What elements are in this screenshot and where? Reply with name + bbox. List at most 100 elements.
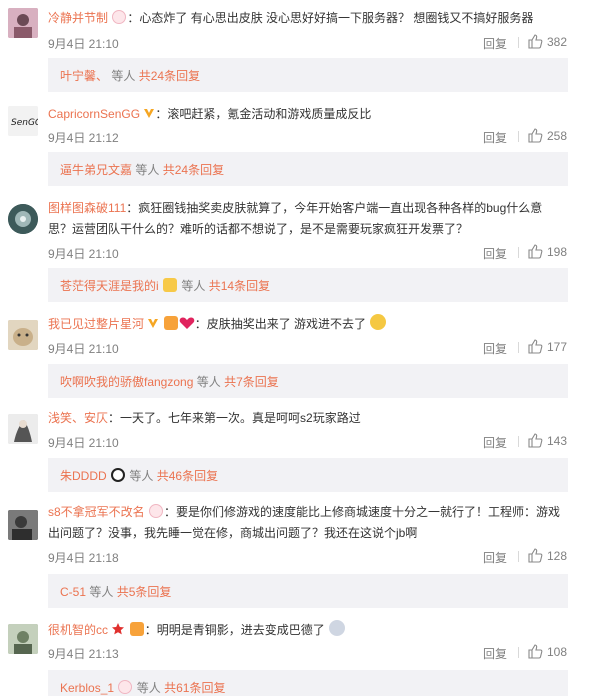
sub-replies[interactable]: 苍茫得天涯是我的i 等人 共14条回复 — [48, 268, 568, 302]
comment-text: 浅笑、安仄：一天了。七年来第一次。真是呵呵s2玩家路过 — [48, 408, 568, 429]
avatar[interactable]: SenGG — [8, 106, 38, 136]
view-replies-link[interactable]: 共46条回复 — [157, 469, 218, 483]
like-count: 143 — [547, 434, 568, 448]
comment-text: s8不拿冠军不改名 ：要是你们修游戏的速度能比上修商城速度十分之一就行了！工程师… — [48, 502, 568, 544]
comment-time: 9月4日 21:10 — [48, 436, 119, 450]
cat-emoji-icon — [370, 314, 387, 330]
view-replies-link[interactable]: 共7条回复 — [224, 375, 279, 389]
rabbit-emoji-icon — [149, 504, 164, 518]
sub-reply-suffix: 等人 — [136, 681, 161, 695]
sub-reply-suffix: 等人 — [196, 375, 221, 389]
sub-reply-suffix: 等人 — [135, 163, 160, 177]
sub-replies[interactable]: Kerblos_1 等人 共61条回复 — [48, 670, 568, 696]
view-replies-link[interactable]: 共14条回复 — [209, 279, 270, 293]
rabbit-emoji-icon — [118, 680, 133, 694]
thumbs-up-icon — [528, 244, 543, 259]
username-link[interactable]: 冷静并节制 — [48, 11, 108, 25]
username-link[interactable]: 图样图森破111 — [48, 201, 126, 215]
thumbs-up-icon — [528, 339, 543, 354]
sub-reply-suffix: 等人 — [181, 279, 206, 293]
comment-body-cont: 出问题了？没事，我先睡一觉在修，商城出问题了？我还在这说个jb啊 — [48, 526, 418, 540]
sub-reply-suffix: 等人 — [129, 469, 154, 483]
sub-replies[interactable]: C-51 等人 共5条回复 — [48, 574, 568, 608]
divider — [518, 131, 519, 142]
avatar[interactable] — [8, 624, 38, 654]
username-link[interactable]: CapricornSenGG — [48, 107, 140, 121]
avatar[interactable] — [8, 8, 38, 38]
sub-reply-user[interactable]: 朱DDDD — [60, 469, 107, 483]
reply-button[interactable]: 回复 — [483, 434, 507, 451]
comment-time: 9月4日 21:10 — [48, 37, 119, 51]
avatar[interactable] — [8, 414, 38, 444]
divider — [518, 37, 519, 48]
comment-text: 我已见过整片星河 ：皮肤抽奖出来了 游戏进不去了 — [48, 314, 568, 335]
reply-button[interactable]: 回复 — [483, 129, 507, 146]
sub-replies[interactable]: 逼牛弟兄文嘉 等人 共24条回复 — [48, 152, 568, 186]
reply-button[interactable]: 回复 — [483, 35, 507, 52]
reply-button[interactable]: 回复 — [483, 340, 507, 357]
comment-body: ：心态炸了 有心思出皮肤 没心思好好搞一下服务器？ 想圈钱又不搞好服务器 — [127, 11, 534, 25]
sub-reply-user[interactable]: 逼牛弟兄文嘉 — [60, 163, 132, 177]
sub-reply-user[interactable]: 吹啊吹我的骄傲fangzong — [60, 375, 193, 389]
cat-emoji-icon — [329, 620, 346, 636]
comment-feed: 冷静并节制 ：心态炸了 有心思出皮肤 没心思好好搞一下服务器？ 想圈钱又不搞好服… — [0, 0, 590, 696]
crown-emoji-icon — [129, 622, 144, 636]
crown-emoji-icon — [163, 278, 178, 292]
like-count: 108 — [547, 645, 568, 659]
comment-text: 图样图森破111：疯狂圈钱抽奖卖皮肤就算了，今年开始客户端一直出现各种各样的bu… — [48, 198, 568, 240]
thumbs-up-icon — [528, 548, 543, 563]
comment-text: 冷静并节制 ：心态炸了 有心思出皮肤 没心思好好搞一下服务器？ 想圈钱又不搞好服… — [48, 8, 568, 29]
view-replies-link[interactable]: 共24条回复 — [163, 163, 224, 177]
divider — [518, 647, 519, 658]
comment-body: ：一天了。七年来第一次。真是呵呵s2玩家路过 — [108, 411, 361, 425]
username-link[interactable]: 很机智的cc — [48, 623, 108, 637]
sub-replies[interactable]: 朱DDDD 等人 共46条回复 — [48, 458, 568, 492]
comment-body: ：滚吧赶紧，氪金活动和游戏质量成反比 — [155, 107, 372, 121]
sub-replies[interactable]: 吹啊吹我的骄傲fangzong 等人 共7条回复 — [48, 364, 568, 398]
thumbs-up-icon — [528, 128, 543, 143]
view-replies-link[interactable]: 共5条回复 — [117, 585, 172, 599]
like-count: 177 — [547, 340, 568, 354]
reply-button[interactable]: 回复 — [483, 645, 507, 662]
divider — [518, 436, 519, 447]
v-badge-icon — [148, 319, 159, 328]
thumbs-up-icon — [528, 644, 543, 659]
comment-body: ：要是你们修游戏的速度能比上修商城速度十分之一就行了！工程师：游戏 — [164, 505, 561, 519]
comment-body: ：明明是青铜影，进去变成巴德了 — [144, 623, 325, 637]
sub-reply-suffix: 等人 — [89, 585, 114, 599]
avatar[interactable] — [8, 204, 38, 234]
sub-reply-user[interactable]: 苍茫得天涯是我的i — [60, 279, 159, 293]
view-replies-link[interactable]: 共24条回复 — [139, 69, 200, 83]
sub-reply-user[interactable]: Kerblos_1 — [60, 681, 114, 695]
username-link[interactable]: 浅笑、安仄 — [48, 411, 108, 425]
comment-time: 9月4日 21:10 — [48, 342, 119, 356]
username-link[interactable]: s8不拿冠军不改名 — [48, 505, 145, 519]
like-count: 382 — [547, 35, 568, 49]
comment-time: 9月4日 21:13 — [48, 647, 119, 661]
thumbs-up-icon — [528, 34, 543, 49]
avatar[interactable] — [8, 510, 38, 540]
comment-text: 很机智的cc ：明明是青铜影，进去变成巴德了 — [48, 620, 568, 641]
like-count: 128 — [547, 549, 568, 563]
panda-emoji-icon — [111, 468, 126, 482]
divider — [518, 551, 519, 562]
svg-text:SenGG: SenGG — [11, 118, 38, 128]
like-count: 258 — [547, 129, 568, 143]
divider — [518, 247, 519, 258]
sub-reply-user[interactable]: 叶宁馨、 — [60, 69, 108, 83]
sub-replies[interactable]: 叶宁馨、 等人 共24条回复 — [48, 58, 568, 92]
v-badge-icon — [144, 109, 155, 118]
view-replies-link[interactable]: 共61条回复 — [164, 681, 225, 695]
thumbs-up-icon — [528, 433, 543, 448]
like-count: 198 — [547, 245, 568, 259]
reply-button[interactable]: 回复 — [483, 549, 507, 566]
reply-button[interactable]: 回复 — [483, 245, 507, 262]
comment-time: 9月4日 21:18 — [48, 551, 119, 565]
username-link[interactable]: 我已见过整片星河 — [48, 317, 144, 331]
comment-body: ：皮肤抽奖出来了 游戏进不去了 — [194, 317, 367, 331]
heart-emoji-icon — [179, 317, 195, 329]
sub-reply-user[interactable]: C-51 — [60, 585, 86, 599]
star-emoji-icon — [112, 623, 125, 635]
avatar[interactable] — [8, 320, 38, 350]
rabbit-emoji-icon — [112, 10, 127, 24]
